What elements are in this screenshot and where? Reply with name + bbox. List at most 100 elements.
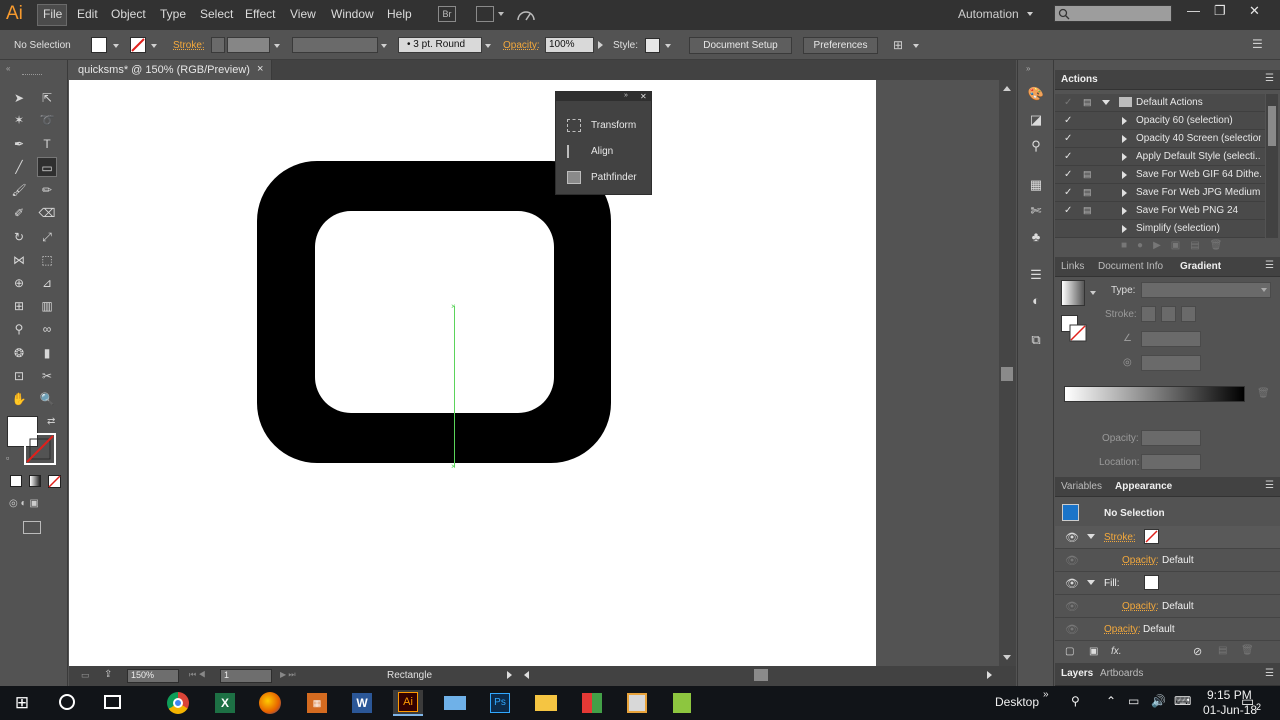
delete-item-icon[interactable]: 🗑 [1241, 645, 1254, 656]
gradient-panel-menu-icon[interactable]: ☰ [1265, 260, 1274, 271]
rotate-tool-icon[interactable]: ↻ [9, 227, 29, 247]
gpu-performance-icon[interactable] [515, 6, 537, 24]
expand-action-icon[interactable] [1122, 225, 1127, 233]
gradient-stroke-swatch[interactable] [1069, 324, 1087, 342]
action-set-row[interactable]: ✓ ▤ Default Actions [1055, 94, 1265, 112]
artboard-number-field[interactable]: 1 [220, 669, 272, 683]
type-tool-icon[interactable]: T [37, 134, 57, 154]
scroll-up-icon[interactable] [1003, 86, 1011, 91]
free-transform-tool-icon[interactable]: ⬚ [37, 250, 57, 270]
action-item[interactable]: ✓ Apply Default Style (selecti... [1055, 148, 1265, 166]
actions-scrollbar[interactable] [1266, 94, 1278, 238]
tab-actions[interactable]: Actions [1061, 74, 1098, 85]
style-dropdown-icon[interactable] [665, 44, 671, 48]
floating-panel-collapse-icon[interactable]: » [624, 92, 628, 99]
brushes-panel-icon[interactable]: ✄ [1027, 203, 1045, 219]
opacity-label[interactable]: Opacity: [503, 40, 540, 51]
illustrator-taskbar-icon[interactable]: Ai [393, 690, 423, 716]
tab-links[interactable]: Links [1061, 261, 1084, 272]
search-input[interactable] [1054, 5, 1172, 22]
default-colors-icon[interactable]: ▫ [6, 453, 9, 463]
delete-stop-icon[interactable]: 🗑 [1257, 388, 1270, 399]
brush-definition[interactable]: • 3 pt. Round [398, 37, 482, 53]
vertical-scroll-thumb[interactable] [1001, 367, 1013, 381]
menu-help[interactable]: Help [387, 7, 412, 21]
opacity-field[interactable]: 100% [545, 37, 594, 53]
visibility-eye-icon[interactable]: 👁 [1065, 623, 1079, 636]
restore-button[interactable]: ❐ [1214, 3, 1226, 19]
rotate-view-icon[interactable]: ▭ [81, 670, 90, 681]
gradient-thumbnail-dropdown-icon[interactable] [1090, 291, 1096, 295]
add-effect-icon[interactable]: fx. [1111, 646, 1122, 657]
stroke-weight-stepper[interactable] [211, 37, 225, 53]
toggle-check-icon[interactable]: ✓ [1064, 97, 1072, 108]
variable-width-profile[interactable] [292, 37, 378, 53]
bridge-icon[interactable]: Br [438, 6, 456, 22]
horizontal-scroll-thumb[interactable] [754, 669, 768, 681]
stroke-swatch[interactable] [130, 37, 146, 53]
dialog-toggle-icon[interactable]: ▤ [1083, 169, 1092, 180]
action-center-icon[interactable]: ▭ [1241, 693, 1254, 710]
menu-file[interactable]: File [37, 4, 67, 26]
actions-footer-icons[interactable]: ■●▶▣▤🗑 [1121, 240, 1232, 251]
panel-menu-icon[interactable]: ☰ [1252, 37, 1263, 51]
guide-start-marker[interactable]: × [451, 302, 456, 311]
close-button[interactable]: ✕ [1249, 3, 1260, 19]
eyedropper-tool-icon[interactable]: ⚲ [9, 319, 29, 339]
fill-dropdown-icon[interactable] [113, 44, 119, 48]
expand-stroke-icon[interactable] [1087, 534, 1095, 539]
photoshop-icon[interactable]: Ps [485, 690, 515, 716]
tab-variables[interactable]: Variables [1061, 481, 1102, 492]
document-tab[interactable]: quicksms* @ 150% (RGB/Preview) × [69, 60, 272, 80]
layers-panel-menu-icon[interactable]: ☰ [1265, 668, 1274, 679]
add-fill-icon[interactable]: ▣ [1089, 646, 1098, 657]
chrome-icon[interactable] [163, 690, 193, 716]
export-icon[interactable]: ⇪ [104, 669, 112, 680]
scroll-down-icon[interactable] [1003, 655, 1011, 660]
symbols-panel-icon[interactable]: ♣ [1027, 229, 1045, 245]
visibility-eye-icon[interactable]: 👁 [1065, 600, 1079, 613]
aspect-ratio-field[interactable] [1141, 355, 1201, 371]
stroke-opacity-label[interactable]: Opacity: [1122, 555, 1159, 566]
toolbar-expand-icon[interactable]: » [1043, 689, 1049, 700]
fill-opacity-row[interactable]: 👁 Opacity: Default [1055, 595, 1280, 618]
snipping-icon[interactable] [622, 690, 652, 716]
scroll-left-icon[interactable] [524, 671, 529, 679]
chevron-down-icon[interactable] [1027, 12, 1033, 16]
gradient-type-select[interactable] [1141, 282, 1271, 298]
dialog-toggle-icon[interactable]: ▤ [1083, 97, 1092, 108]
profile-dropdown-icon[interactable] [381, 44, 387, 48]
column-graph-tool-icon[interactable]: ▮ [37, 343, 57, 363]
none-mode-icon[interactable] [48, 475, 61, 488]
menu-type[interactable]: Type [160, 7, 186, 21]
arrange-documents-icon[interactable] [476, 6, 494, 22]
menu-object[interactable]: Object [111, 7, 146, 21]
dialog-toggle-icon[interactable]: ▤ [1083, 205, 1092, 216]
document-setup-button[interactable]: Document Setup [689, 37, 792, 54]
toggle-check-icon[interactable]: ✓ [1064, 187, 1072, 198]
artboard-tool-icon[interactable]: ⊡ [9, 366, 29, 386]
first-artboard-icon[interactable]: ⏮ ◀ [189, 670, 206, 680]
fill-appearance-row[interactable]: 👁 Fill: [1055, 572, 1280, 595]
pencil-tool-icon[interactable]: ✏ [37, 180, 57, 200]
lasso-tool-icon[interactable]: ➰ [37, 110, 57, 130]
arrange-dropdown-icon[interactable] [498, 12, 504, 16]
slice-tool-icon[interactable]: ✂ [37, 366, 57, 386]
volume-icon[interactable]: 🔊 [1151, 694, 1166, 708]
media-app-icon[interactable] [577, 690, 607, 716]
direct-selection-tool-icon[interactable]: ⇱ [37, 88, 57, 108]
brush-dropdown-icon[interactable] [485, 44, 491, 48]
action-item[interactable]: ✓ ▤ Save For Web PNG 24 [1055, 202, 1265, 220]
expand-action-icon[interactable] [1122, 171, 1127, 179]
recolor-icon[interactable]: ⚲ [1027, 138, 1045, 154]
perspective-grid-tool-icon[interactable]: ⊿ [37, 273, 57, 293]
action-item[interactable]: ✓ ▤ Save For Web GIF 64 Dithe... [1055, 166, 1265, 184]
rectangle-tool-icon[interactable]: ▭ [37, 157, 57, 177]
add-stroke-icon[interactable]: ▢ [1065, 646, 1074, 657]
appearance-stroke-label[interactable]: Stroke: [1104, 532, 1136, 543]
input-language-icon[interactable]: ⌨ [1174, 694, 1191, 708]
width-tool-icon[interactable]: ⋈ [9, 250, 29, 270]
appearance-fill-label[interactable]: Fill: [1104, 578, 1120, 589]
expand-action-icon[interactable] [1122, 153, 1127, 161]
toggle-check-icon[interactable]: ✓ [1064, 115, 1072, 126]
